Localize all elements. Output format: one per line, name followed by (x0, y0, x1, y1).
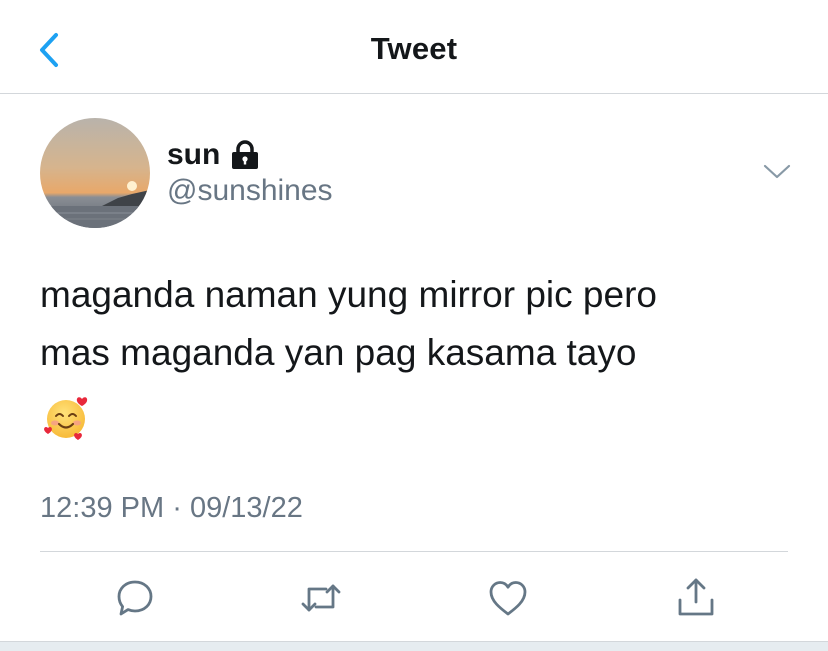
tweet-timestamp: 12:39 PM · 09/13/22 (40, 492, 303, 525)
chevron-down-icon[interactable] (762, 160, 792, 184)
tweet-detail-screen: Tweet sun @sunshines maganda naman yung … (0, 0, 828, 651)
page-title: Tweet (370, 31, 458, 66)
lock-icon (232, 140, 259, 169)
reply-icon[interactable] (113, 576, 157, 620)
navigation-bar: Tweet (0, 0, 828, 94)
tweet-text-line: mas maganda yan pag kasama tayo (40, 332, 637, 373)
user-handle[interactable]: @sunshines (167, 174, 333, 208)
tweet-time: 12:39 PM (40, 492, 165, 524)
divider (40, 551, 788, 552)
share-icon[interactable] (674, 576, 718, 620)
sunset-over-sea-avatar (40, 118, 150, 228)
author-name-row[interactable]: sun (167, 135, 260, 175)
bottom-separator (0, 641, 828, 651)
smiling-face-with-hearts-icon (44, 397, 88, 440)
tweet-date: 09/13/22 (189, 492, 303, 524)
like-icon[interactable] (486, 576, 530, 620)
tweet-text-line: maganda naman yung mirror pic pero (40, 274, 657, 315)
avatar[interactable] (40, 118, 150, 228)
display-name: sun (167, 138, 221, 171)
timestamp-separator: · (172, 492, 182, 524)
tweet-text: maganda naman yung mirror pic pero mas m… (40, 266, 800, 382)
retweet-icon[interactable] (299, 576, 343, 620)
